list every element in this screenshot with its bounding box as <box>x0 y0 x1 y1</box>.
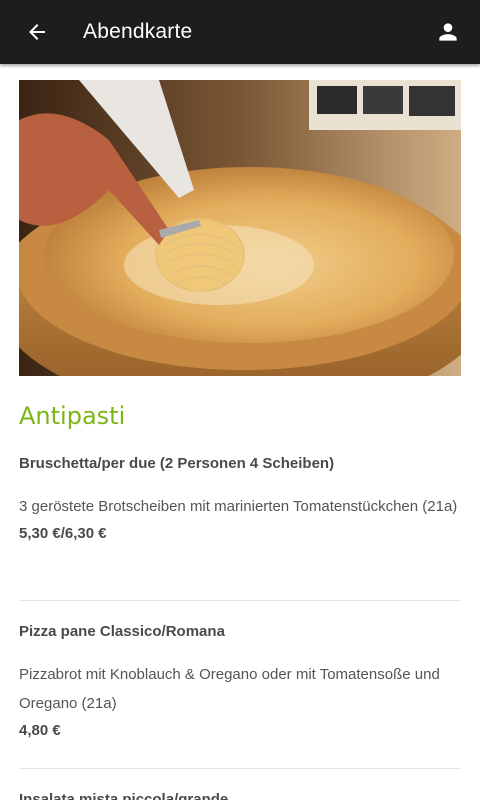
divider <box>19 768 461 769</box>
person-icon <box>439 23 457 41</box>
menu-content[interactable]: Antipasti Bruschetta/per due (2 Personen… <box>0 64 480 800</box>
section-title: Antipasti <box>19 402 126 430</box>
hero-image <box>19 80 461 376</box>
arrow-left-icon <box>29 24 45 40</box>
item-description: 3 geröstete Brotscheiben mit marinierten… <box>19 498 458 515</box>
item-name: Pizza pane Classico/Romana <box>19 623 225 640</box>
item-name: Bruschetta/per due (2 Personen 4 Scheibe… <box>19 455 335 472</box>
divider <box>19 600 461 601</box>
menu-item[interactable]: Pizza pane Classico/Romana Pizzabrot mit… <box>19 623 461 739</box>
item-description: Pizzabrot mit Knoblauch & Oregano oder m… <box>19 666 440 712</box>
account-button[interactable] <box>430 14 466 50</box>
back-button[interactable] <box>19 14 55 50</box>
item-name: Insalata mista piccola/grande <box>19 791 229 800</box>
page-title: Abendkarte <box>83 20 193 43</box>
app-bar: Abendkarte <box>0 0 480 64</box>
menu-item[interactable]: Bruschetta/per due (2 Personen 4 Scheibe… <box>19 455 461 542</box>
item-price: 4,80 € <box>19 722 61 739</box>
menu-item[interactable]: Insalata mista piccola/grande <box>19 791 461 800</box>
item-price: 5,30 €/6,30 € <box>19 525 107 542</box>
